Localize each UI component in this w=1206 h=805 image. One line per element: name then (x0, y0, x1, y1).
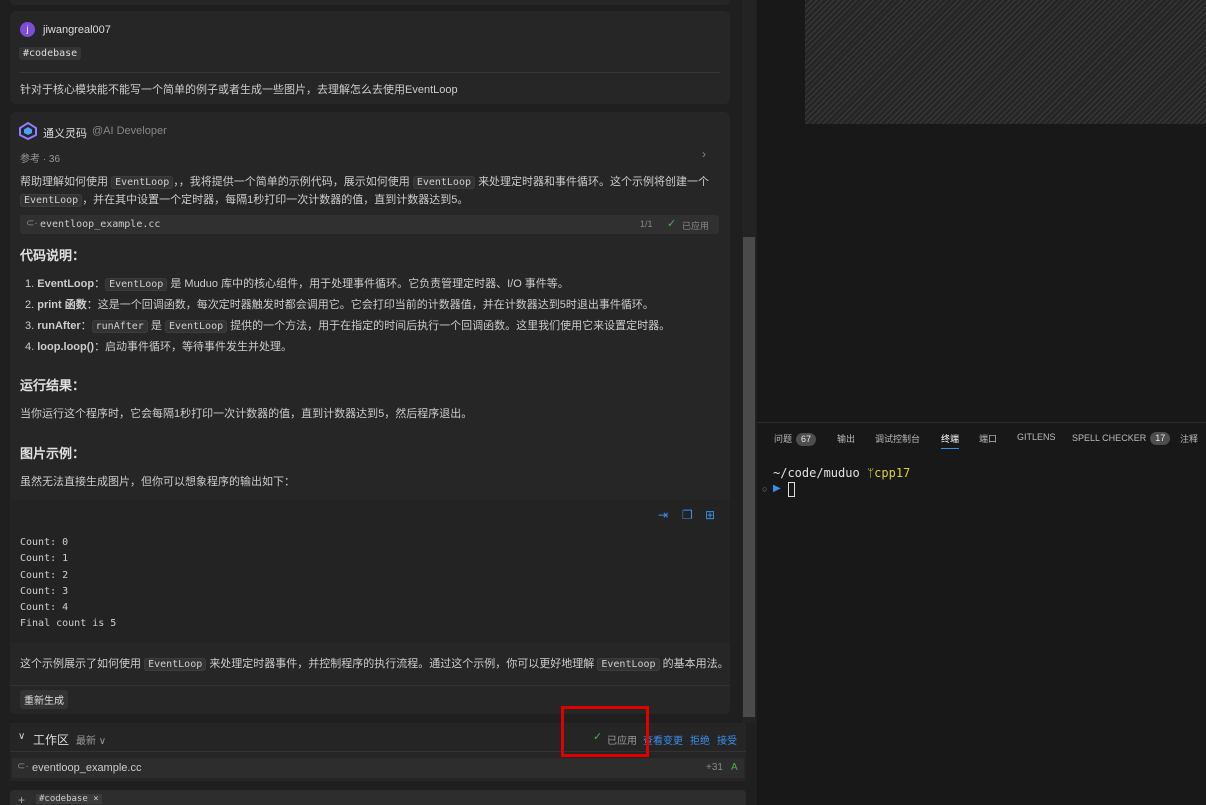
tab-terminal[interactable]: 终端 (941, 432, 960, 449)
outro-line: 这个示例展示了如何使用 EventLoop 来处理定时器事件，并控制程序的执行流… (20, 658, 729, 671)
workspace-title: 工作区 (33, 733, 70, 747)
chevron-right-icon: ▶ (773, 483, 781, 494)
output-line: Final count is 5 (20, 618, 117, 630)
panel-tabs: 问题 67 输出 调试控制台 终端 端口 GITLENS SPELL CHECKE… (757, 428, 1206, 449)
ai-role: @AI Developer (92, 125, 167, 137)
file-icon: ⊂· (26, 218, 38, 229)
references[interactable]: 参考 · 36 (20, 150, 60, 165)
workspace-file-name[interactable]: eventloop_example.cc (32, 762, 141, 774)
tab-gitlens[interactable]: GITLENS (1017, 432, 1056, 442)
code-block: ⇥ ❐ ⊞ Count: 0 Count: 1 Count: 2 Count: 3 Co… (10, 500, 730, 643)
app-window: j jiwangreal007 #codebase 针对于核心模块能不能写一个简… (0, 0, 1206, 805)
tab-output[interactable]: 输出 (837, 432, 855, 445)
accept-link[interactable]: 接受 (717, 732, 737, 747)
regenerate-button[interactable]: 重新生成 (20, 690, 68, 709)
circle-icon: ○ (762, 484, 768, 494)
file-status: 已应用 (682, 221, 710, 231)
new-file-icon[interactable]: ⊞ (705, 508, 715, 522)
file-icon: ⊂· (17, 761, 29, 772)
editor-placeholder (805, 0, 1206, 124)
chevron-right-icon[interactable]: › (702, 147, 706, 161)
tab-comments[interactable]: 注释 (1180, 432, 1198, 445)
scrollbar-thumb[interactable] (743, 237, 755, 717)
run-text: 当你运行这个程序时，它会每隔1秒打印一次计数器的值，直到计数器达到5，然后程序退… (20, 408, 473, 420)
output-line: Count: 1 (20, 553, 69, 565)
list-item: 3. runAfter： runAfter 是 EventLoop 提供的一个方法… (25, 320, 671, 333)
user-name: jiwangreal007 (43, 24, 111, 36)
tab-ports[interactable]: 端口 (979, 432, 997, 445)
avatar: j (20, 22, 35, 37)
file-name[interactable]: eventloop_example.cc (40, 219, 160, 230)
code-output: Count: 0 Count: 1 Count: 2 Count: 3 Count: 4… (20, 535, 116, 633)
user-message: j jiwangreal007 #codebase 针对于核心模块能不能写一个简… (10, 11, 730, 104)
context-tag: #codebase (19, 47, 82, 60)
highlight-box (561, 706, 649, 757)
output-line: Count: 3 (20, 585, 69, 597)
terminal-cursor[interactable] (788, 482, 795, 497)
divider (20, 72, 720, 73)
file-count: 1/1 (640, 219, 653, 229)
ai-name: 通义灵码 (43, 128, 87, 140)
check-circle-icon: ✓ (667, 218, 677, 230)
heading-image-example: 图片示例： (20, 446, 86, 461)
input-tag[interactable]: #codebase × (36, 794, 102, 804)
heading-run-result: 运行结果： (20, 378, 86, 393)
user-text: 针对于核心模块能不能写一个简单的例子或者生成一些图片，去理解怎么去使用Event… (20, 84, 458, 96)
terminal-prompt: ~/code/muduo ᛘcpp17 (773, 466, 911, 480)
list-item: 4. loop.loop()：启动事件循环，等待事件发生并处理。 (25, 341, 293, 353)
tab-debug-console[interactable]: 调试控制台 (875, 432, 920, 445)
workspace-file-row[interactable]: ⊂· eventloop_example.cc +31 A (12, 758, 744, 778)
image-text: 虽然无法直接生成图片，但你可以想象程序的输出如下： (20, 476, 295, 488)
output-line: Count: 4 (20, 602, 69, 614)
insert-icon[interactable]: ⇥ (658, 508, 668, 522)
sort-dropdown[interactable]: 最新 ∨ (76, 732, 106, 747)
add-icon[interactable]: + (18, 793, 25, 805)
view-changes-link[interactable]: 查看变更 (643, 732, 683, 747)
tab-problems[interactable]: 问题 67 (774, 432, 817, 446)
chevron-down-icon[interactable]: ∨ (18, 731, 25, 742)
file-row[interactable]: ⊂· eventloop_example.cc 1/1 ✓ 已应用 (20, 215, 719, 234)
added-flag: A (731, 762, 738, 773)
divider (757, 422, 1206, 423)
tab-spell-checker[interactable]: SPELL CHECKER 17 (1072, 432, 1171, 445)
copy-icon[interactable]: ❐ (682, 508, 693, 522)
intro-line-1: 帮助理解如何使用 EventLoop ，，我将提供一个简单的示例代码，展示如何使用… (20, 176, 710, 189)
chat-input[interactable]: + #codebase × (10, 790, 746, 805)
list-item: 2. print 函数：这是一个回调函数，每次定时器触发时都会调用它。它会打印当… (25, 299, 654, 311)
tongyi-logo-icon (19, 121, 37, 143)
list-item: 1. EventLoop： EventLoop 是 Muduo 库中的核心组件，用… (25, 278, 569, 291)
diff-count: +31 (706, 762, 723, 773)
output-line: Count: 0 (20, 537, 69, 548)
divider (10, 685, 730, 686)
chat-panel: j jiwangreal007 #codebase 针对于核心模块能不能写一个简… (0, 0, 757, 805)
heading-code-desc: 代码说明： (20, 248, 86, 263)
reject-link[interactable]: 拒绝 (690, 732, 710, 747)
prev-card (10, 0, 730, 5)
intro-line-2: EventLoop ，并在其中设置一个定时器，每隔1秒打印一次计数器的值，直到计数… (20, 191, 468, 210)
output-line: Count: 2 (20, 569, 69, 581)
